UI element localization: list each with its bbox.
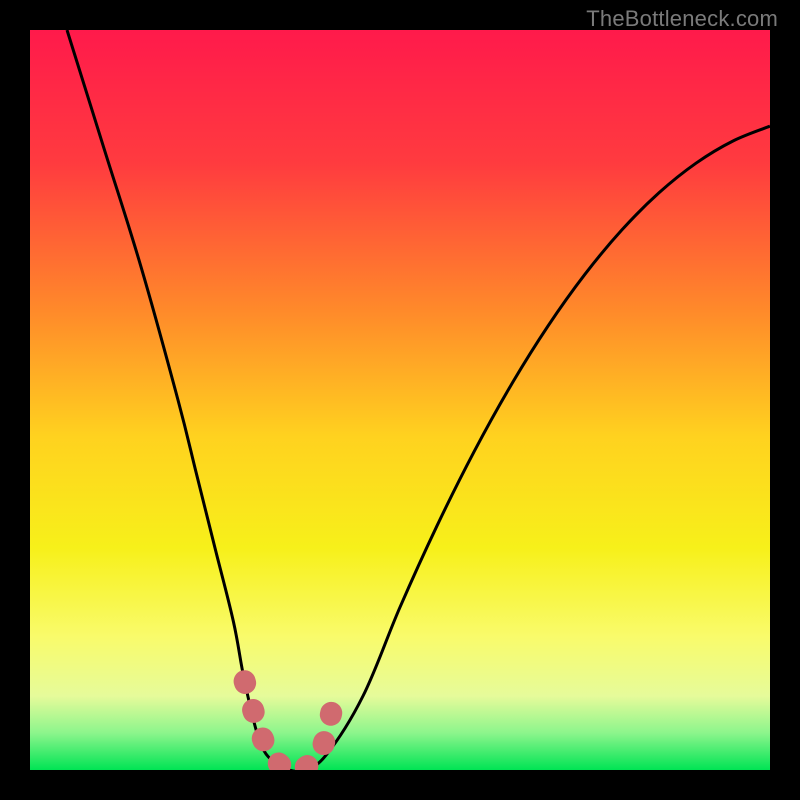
plot-area — [30, 30, 770, 770]
optimal-zone-highlight — [245, 681, 334, 770]
bottleneck-curve — [67, 30, 770, 770]
curve-layer — [30, 30, 770, 770]
chart-frame: TheBottleneck.com — [0, 0, 800, 800]
watermark-text: TheBottleneck.com — [586, 6, 778, 32]
